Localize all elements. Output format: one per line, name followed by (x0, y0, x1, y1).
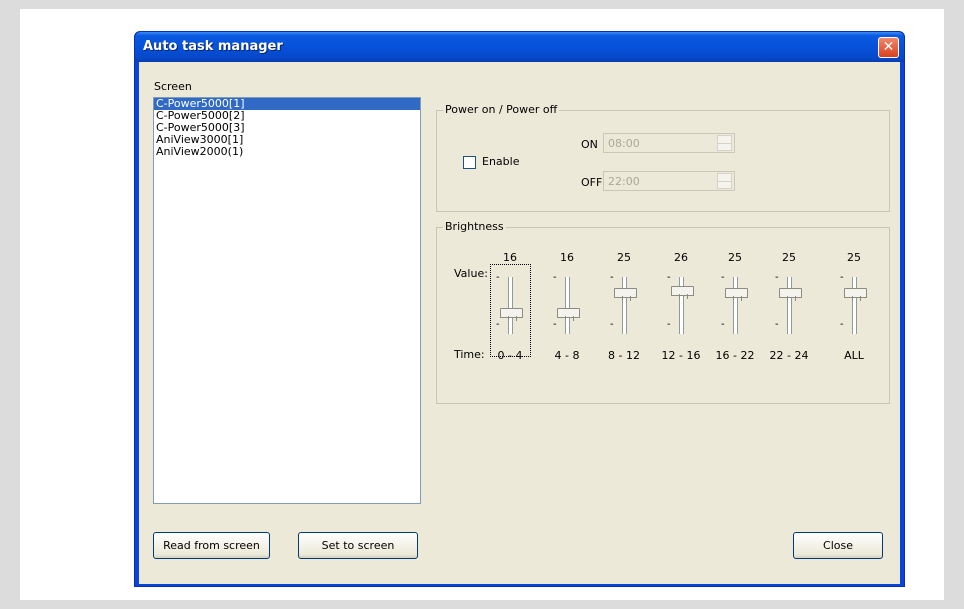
enable-checkbox-box[interactable] (463, 155, 476, 169)
set-to-screen-button[interactable]: Set to screen (298, 532, 418, 559)
brightness-groupbox: Brightness Value: Time: 16- -0 - 4 16- -4 -… (436, 220, 890, 404)
brightness-slider[interactable]: 16- -4 - 8 (547, 228, 587, 368)
off-time-spinner[interactable] (717, 173, 732, 189)
brightness-slider-time: 4 - 8 (554, 349, 580, 362)
slider-track[interactable] (787, 277, 792, 334)
brightness-slider[interactable]: 25- -22 - 24 (769, 228, 809, 368)
slider-track[interactable] (508, 277, 513, 334)
on-time-field[interactable]: 08:00 (603, 133, 735, 153)
screenshot-border-right (944, 0, 964, 609)
slider-tick-bottom: - (610, 319, 614, 330)
slider-tick-top: - (775, 272, 779, 283)
slider-tick-top: - (721, 272, 725, 283)
slider-thumb[interactable] (844, 288, 867, 301)
off-time-value: 22:00 (608, 175, 640, 188)
read-from-screen-button[interactable]: Read from screen (153, 532, 270, 559)
screen-list-item[interactable]: AniView2000(1) (154, 146, 420, 158)
slider-track[interactable] (733, 277, 738, 334)
slider-thumb[interactable] (725, 288, 748, 301)
slider-thumb[interactable] (557, 308, 580, 321)
slider-tick-bottom: - (840, 319, 844, 330)
slider-track[interactable] (852, 277, 857, 334)
off-time-field[interactable]: 22:00 (603, 171, 735, 191)
window-title: Auto task manager (143, 39, 283, 54)
slider-tick-top: - (610, 272, 614, 283)
screen-label: Screen (154, 80, 192, 93)
slider-tick-bottom: - (667, 319, 671, 330)
slider-tick-bottom: - (775, 319, 779, 330)
brightness-slider-time: 22 - 24 (769, 349, 809, 362)
value-label: Value: (454, 267, 488, 280)
power-group-caption: Power on / Power off (443, 103, 560, 117)
brightness-slider-value: 25 (782, 251, 796, 264)
slider-tick-top: - (496, 272, 500, 283)
screen-listbox[interactable]: C-Power5000[1] C-Power5000[2] C-Power5000[… (153, 97, 421, 504)
slider-track[interactable] (565, 277, 570, 334)
brightness-slider-time: ALL (844, 349, 864, 362)
slider-thumb[interactable] (671, 286, 694, 299)
time-label: Time: (454, 348, 485, 361)
slider-tick-top: - (840, 272, 844, 283)
slider-tick-top: - (667, 272, 671, 283)
auto-task-manager-window: Auto task manager ✕ Screen C-Power5000[1… (134, 31, 905, 587)
screenshot-border-left (0, 0, 20, 609)
slider-thumb[interactable] (779, 288, 802, 301)
slider-thumb[interactable] (614, 288, 637, 301)
brightness-slider-time: 8 - 12 (608, 349, 640, 362)
dialog-client-area: Screen C-Power5000[1] C-Power5000[2] C-Pow… (139, 62, 900, 584)
brightness-slider-value: 25 (847, 251, 861, 264)
brightness-slider-time: 16 - 22 (715, 349, 755, 362)
slider-track[interactable] (622, 277, 627, 334)
brightness-slider-time: 0 - 4 (497, 349, 523, 362)
slider-tick-bottom: - (721, 319, 725, 330)
brightness-slider[interactable]: 16- -0 - 4 (490, 228, 530, 368)
close-icon: ✕ (882, 39, 895, 55)
slider-tick-top: - (553, 272, 557, 283)
slider-thumb[interactable] (500, 308, 523, 321)
brightness-slider-value: 25 (617, 251, 631, 264)
brightness-slider-value: 16 (503, 251, 517, 264)
enable-checkbox[interactable]: Enable (463, 155, 519, 169)
brightness-slider[interactable]: 26- -12 - 16 (661, 228, 701, 368)
brightness-slider[interactable]: 25- -16 - 22 (715, 228, 755, 368)
on-time-spinner[interactable] (717, 135, 732, 151)
close-window-button[interactable]: ✕ (878, 37, 899, 58)
slider-tick-bottom: - (496, 319, 500, 330)
slider-tick-bottom: - (553, 319, 557, 330)
close-button[interactable]: Close (793, 532, 883, 559)
brightness-slider-value: 26 (674, 251, 688, 264)
off-label: OFF (581, 176, 603, 189)
screenshot-border-bottom (0, 600, 964, 609)
screenshot-border-top (0, 0, 964, 9)
brightness-slider[interactable]: 25- - ALL (834, 228, 874, 368)
brightness-slider[interactable]: 25- -8 - 12 (604, 228, 644, 368)
enable-label: Enable (482, 155, 520, 168)
power-groupbox: Power on / Power off Enable ON 08:00 OFF… (436, 103, 890, 212)
title-bar[interactable]: Auto task manager ✕ (135, 32, 904, 62)
brightness-slider-value: 16 (560, 251, 574, 264)
brightness-slider-value: 25 (728, 251, 742, 264)
on-label: ON (581, 138, 598, 151)
brightness-slider-time: 12 - 16 (661, 349, 701, 362)
on-time-value: 08:00 (608, 137, 640, 150)
